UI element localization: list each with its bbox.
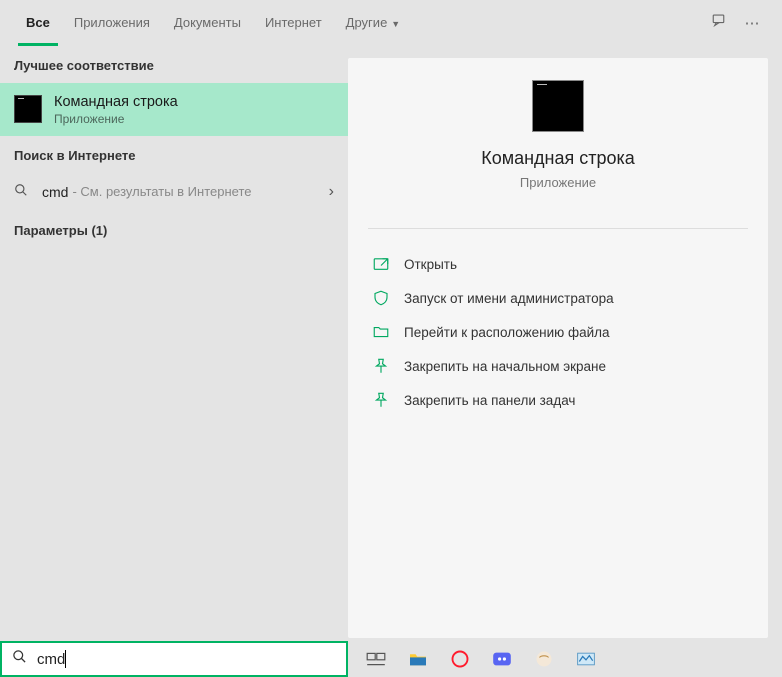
app-icon-1[interactable] (534, 650, 554, 668)
discord-icon[interactable] (492, 650, 512, 668)
footer: cmd (0, 641, 782, 677)
tab-documents[interactable]: Документы (162, 0, 253, 46)
tab-internet[interactable]: Интернет (253, 0, 334, 46)
section-settings[interactable]: Параметры (1) (0, 211, 348, 248)
action-open-location[interactable]: Перейти к расположению файла (368, 315, 748, 349)
text-cursor (65, 650, 66, 668)
search-tabs: Все Приложения Документы Интернет Другие… (0, 0, 782, 46)
preview-title: Командная строка (348, 148, 768, 169)
more-options-icon[interactable]: ⋯ (736, 14, 768, 32)
web-hint: - См. результаты в Интернете (72, 184, 251, 199)
action-pin-taskbar[interactable]: Закрепить на панели задач (368, 383, 748, 417)
chevron-right-icon: › (329, 183, 334, 201)
open-icon (372, 255, 390, 273)
web-query: cmd (42, 184, 68, 200)
web-search-result[interactable]: cmd - См. результаты в Интернете › (0, 173, 348, 211)
cmd-icon (14, 95, 42, 123)
task-view-icon[interactable] (366, 650, 386, 668)
pin-taskbar-icon (372, 391, 390, 409)
results-pane: Лучшее соответствие Командная строка При… (0, 46, 348, 641)
tab-other[interactable]: Другие▼ (334, 0, 413, 46)
best-match-subtitle: Приложение (54, 112, 178, 126)
best-match-result[interactable]: Командная строка Приложение (0, 83, 348, 136)
opera-icon[interactable] (450, 650, 470, 668)
shield-icon (372, 289, 390, 307)
chevron-down-icon: ▼ (391, 19, 400, 29)
action-pin-start[interactable]: Закрепить на начальном экране (368, 349, 748, 383)
action-open-label: Открыть (404, 257, 457, 272)
action-run-admin-label: Запуск от имени администратора (404, 291, 614, 306)
best-match-title: Командная строка (54, 93, 178, 112)
preview-subtitle: Приложение (348, 175, 768, 190)
explorer-icon[interactable] (408, 650, 428, 668)
feedback-icon[interactable] (704, 12, 736, 34)
search-input[interactable]: cmd (37, 651, 65, 668)
search-icon (12, 649, 27, 669)
tab-all[interactable]: Все (14, 0, 62, 46)
tab-apps[interactable]: Приложения (62, 0, 162, 46)
divider (368, 228, 748, 229)
action-open[interactable]: Открыть (368, 247, 748, 281)
action-pin-start-label: Закрепить на начальном экране (404, 359, 606, 374)
search-icon (14, 183, 42, 200)
action-pin-taskbar-label: Закрепить на панели задач (404, 393, 575, 408)
preview-app-icon (532, 80, 584, 132)
pin-start-icon (372, 357, 390, 375)
section-web-search: Поиск в Интернете (0, 136, 348, 173)
action-open-location-label: Перейти к расположению файла (404, 325, 610, 340)
app-icon-2[interactable] (576, 650, 596, 668)
search-box[interactable]: cmd (0, 641, 348, 677)
tab-other-label: Другие (346, 15, 388, 30)
action-run-admin[interactable]: Запуск от имени администратора (368, 281, 748, 315)
section-best-match: Лучшее соответствие (0, 46, 348, 83)
taskbar (348, 650, 782, 668)
preview-pane: Командная строка Приложение Открыть Запу… (348, 46, 782, 641)
folder-icon (372, 323, 390, 341)
